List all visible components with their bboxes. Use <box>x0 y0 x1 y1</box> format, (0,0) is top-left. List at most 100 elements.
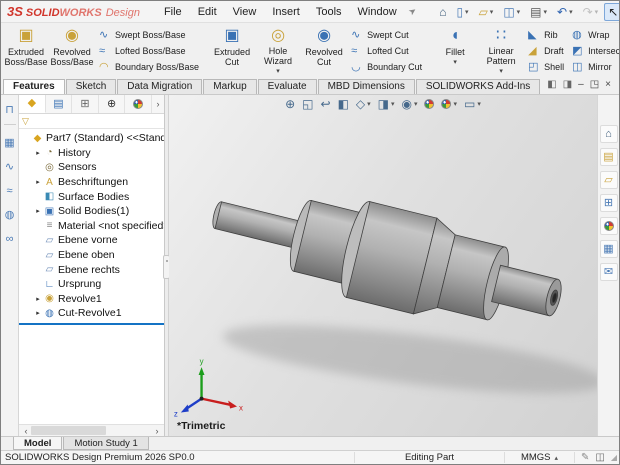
tab-motion-study-1[interactable]: Motion Study 1 <box>63 437 148 450</box>
sphere-tool-button[interactable]: ◍ <box>5 205 15 229</box>
close-doc-button[interactable]: × <box>605 74 611 92</box>
tag-button[interactable]: ✎ <box>581 452 589 463</box>
print-button[interactable]: ▤▾ <box>526 3 551 21</box>
redo-button[interactable]: ↷▾ <box>579 3 603 21</box>
tree-item-history[interactable]: ▸◔History <box>19 146 164 161</box>
expand-arrow-icon[interactable]: ▸ <box>33 207 43 215</box>
scrollbar-track[interactable] <box>31 426 152 435</box>
tab-mbd-dimensions[interactable]: MBD Dimensions <box>318 79 415 94</box>
scrollbar-thumb[interactable] <box>31 426 106 435</box>
scene-button[interactable]: ▾ <box>439 98 461 110</box>
dropdown-caret-icon[interactable]: ▾ <box>454 100 458 108</box>
part-model[interactable] <box>202 166 571 347</box>
panel-tab-propertymanager[interactable]: ▤ <box>46 95 73 113</box>
previous-view-button[interactable]: ↩ <box>318 97 334 111</box>
pin-icon[interactable]: ➤ <box>406 5 418 18</box>
expand-arrow-icon[interactable]: ▸ <box>33 295 43 303</box>
tree-item-ursprung[interactable]: ∟Ursprung <box>19 277 164 292</box>
save-button[interactable]: ◫▾ <box>499 3 524 21</box>
view-settings-button[interactable]: ▭▾ <box>461 97 484 111</box>
linear-pattern-button[interactable]: ∷Linear Pattern▾ <box>478 24 524 78</box>
dropdown-caret-icon[interactable]: ▾ <box>477 100 481 108</box>
restore-doc-button[interactable]: ◳ <box>590 74 599 92</box>
tree-item-ebene[interactable]: ▱Ebene rechts <box>19 262 164 277</box>
dropdown-caret-icon[interactable]: ▾ <box>391 100 395 108</box>
tree-item-part7[interactable]: ◆Part7 (Standard) <<Standard>_Anzeig <box>19 131 164 146</box>
tab-features[interactable]: Features <box>3 79 65 94</box>
design-library-button[interactable]: ▤ <box>600 148 618 166</box>
panel-tab-featuremanager[interactable]: ◆ <box>19 95 46 113</box>
loop-button[interactable]: ∞ <box>6 229 14 253</box>
hole-wizard-button[interactable]: ◎Hole Wizard▾ <box>255 24 301 78</box>
rollback-bar[interactable] <box>19 323 164 325</box>
tab-solidworks-add-ins[interactable]: SOLIDWORKS Add-Ins <box>416 79 540 94</box>
wrap-button[interactable]: ◍Wrap <box>568 27 620 43</box>
boundary-cut-button[interactable]: ◡Boundary Cut <box>347 59 426 75</box>
draft-button[interactable]: ◢Draft <box>524 43 568 59</box>
undo-button[interactable]: ↶▾ <box>553 3 577 21</box>
panel-button[interactable]: ◫ <box>595 452 604 463</box>
swept-boss-base-button[interactable]: ∿Swept Boss/Base <box>95 27 203 43</box>
zoom-fit-button[interactable]: ⊕ <box>282 97 298 111</box>
display-style-button[interactable]: ◨▾ <box>375 97 398 111</box>
custom-properties-button[interactable]: ▦ <box>600 240 618 258</box>
vise-button[interactable]: ⊓ <box>5 100 14 124</box>
more-panel-tabs-icon[interactable]: › <box>152 95 164 113</box>
tab-markup[interactable]: Markup <box>203 79 256 94</box>
units-selector[interactable]: MMGS ▴ <box>504 452 574 463</box>
min-doc-button[interactable]: – <box>578 74 584 92</box>
graphics-area[interactable]: y x z <box>169 95 597 436</box>
expand-arrow-icon[interactable]: ▸ <box>33 178 43 186</box>
spline-button[interactable]: ∿ <box>5 157 14 181</box>
intersect-button[interactable]: ◩Intersect <box>568 43 620 59</box>
view-palette-button[interactable]: ⊞ <box>600 194 618 212</box>
graphics-viewport[interactable]: ⊕◱↩◧◇▾◨▾◉▾▾▭▾ <box>169 95 597 436</box>
tree-filter-input[interactable] <box>32 116 161 127</box>
panel-tab-displaymanager[interactable] <box>125 95 152 113</box>
menu-file[interactable]: File <box>156 1 190 22</box>
scroll-right-icon[interactable]: › <box>152 426 162 436</box>
fillet-button[interactable]: ◖Fillet▾ <box>432 24 478 78</box>
expand-arrow-icon[interactable]: ▸ <box>33 309 43 317</box>
pattern-cube-button[interactable]: ▦ <box>4 133 14 157</box>
helix-button[interactable]: ≈ <box>6 181 12 205</box>
tree-item-cut-revolve1[interactable]: ▸◍Cut-Revolve1 <box>19 306 164 321</box>
dropdown-caret-icon[interactable]: ▾ <box>595 8 599 16</box>
home-button[interactable]: ⌂ <box>600 125 618 143</box>
tree-item-material[interactable]: ≡Material <not specified> <box>19 219 164 234</box>
home-button[interactable]: ⌂ <box>435 3 450 21</box>
tree-item-solid[interactable]: ▸▣Solid Bodies(1) <box>19 204 164 219</box>
menu-insert[interactable]: Insert <box>264 1 308 22</box>
lofted-boss-base-button[interactable]: ≈Lofted Boss/Base <box>95 43 203 59</box>
view-orientation-button[interactable]: ◇▾ <box>353 97 374 111</box>
panel-tab-dimxpertmanager[interactable]: ⊕ <box>99 95 126 113</box>
dropdown-caret-icon[interactable]: ▾ <box>453 58 457 68</box>
menu-tools[interactable]: Tools <box>308 1 350 22</box>
tree-item-beschriftungen[interactable]: ▸ABeschriftungen <box>19 175 164 190</box>
select-cursor-button[interactable]: ↖▾ <box>604 3 620 21</box>
dropdown-caret-icon[interactable]: ▾ <box>276 67 280 77</box>
boundary-boss-base-button[interactable]: ◠Boundary Boss/Base <box>95 59 203 75</box>
panel-horizontal-scrollbar[interactable]: ‹ › <box>19 424 164 436</box>
mirror-button[interactable]: ◫Mirror <box>568 59 620 75</box>
tree-item-ebene[interactable]: ▱Ebene oben <box>19 248 164 263</box>
tab-sketch[interactable]: Sketch <box>66 79 117 94</box>
pane-right-button[interactable]: ◨ <box>563 74 572 92</box>
dropdown-caret-icon[interactable]: ▾ <box>490 8 494 16</box>
tab-data-migration[interactable]: Data Migration <box>117 79 202 94</box>
tree-item-surface[interactable]: ◧Surface Bodies <box>19 189 164 204</box>
zoom-area-button[interactable]: ◱ <box>299 97 316 111</box>
dropdown-caret-icon[interactable]: ▾ <box>367 100 371 108</box>
rib-button[interactable]: ◣Rib <box>524 27 568 43</box>
dropdown-caret-icon[interactable]: ▾ <box>465 8 469 16</box>
open-doc-button[interactable]: ▱▾ <box>475 3 498 21</box>
menu-view[interactable]: View <box>225 1 265 22</box>
dropdown-caret-icon[interactable]: ▾ <box>544 8 548 16</box>
tree-item-ebene[interactable]: ▱Ebene vorne <box>19 233 164 248</box>
revolved-boss-base-button[interactable]: ◉Revolved Boss/Base <box>49 24 95 78</box>
tree-item-sensors[interactable]: ◎Sensors <box>19 160 164 175</box>
pane-left-button[interactable]: ◧ <box>547 74 556 92</box>
revolved-cut-button[interactable]: ◉Revolved Cut <box>301 24 347 78</box>
extruded-boss-base-button[interactable]: ▣Extruded Boss/Base <box>3 24 49 78</box>
resize-grip-icon[interactable]: ◢ <box>611 453 619 462</box>
